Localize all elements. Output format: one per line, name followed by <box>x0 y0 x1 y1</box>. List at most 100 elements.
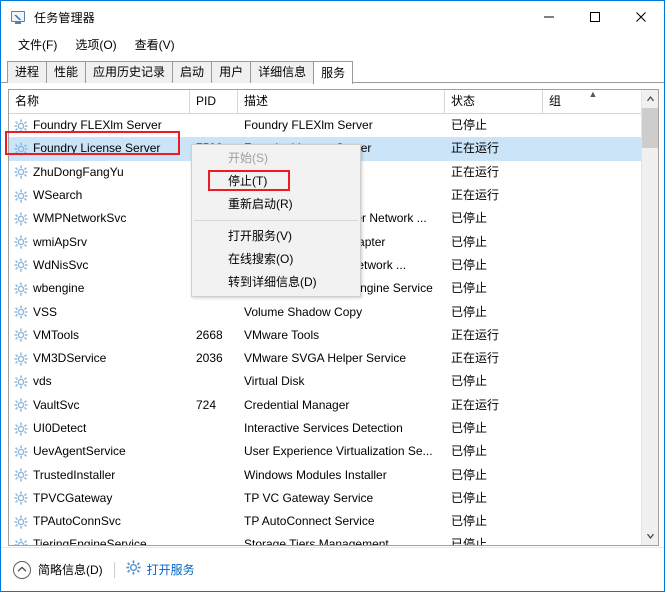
service-gear-icon <box>14 165 28 179</box>
table-row[interactable]: VM3DService 2036 VMware SVGA Helper Servic… <box>9 347 658 370</box>
service-name-label: UevAgentService <box>33 444 126 459</box>
tab-app-history[interactable]: 应用历史记录 <box>85 61 174 83</box>
open-services-label: 打开服务 <box>146 563 195 577</box>
context-menu-item[interactable]: 停止(T) <box>192 170 360 193</box>
context-menu-item[interactable]: 在线搜索(O) <box>192 248 360 271</box>
table-row[interactable]: TieringEngineService Storage Tiers Manage… <box>9 533 658 545</box>
service-gear-icon <box>14 468 28 482</box>
scroll-up-button[interactable] <box>642 90 658 107</box>
cell-status: 已停止 <box>451 257 488 272</box>
context-menu-separator <box>194 220 358 221</box>
maximize-button[interactable] <box>572 1 618 33</box>
table-row[interactable]: UevAgentService User Experience Virtualiz… <box>9 440 658 463</box>
menu-file[interactable]: 文件(F) <box>9 34 66 56</box>
cell-description: TP VC Gateway Service <box>244 490 374 505</box>
service-name-label: VMTools <box>33 327 80 342</box>
cell-status: 已停止 <box>451 118 488 133</box>
tab-services[interactable]: 服务 <box>313 61 354 84</box>
status-bar: 简略信息(D) 打开服务 <box>1 547 664 591</box>
tab-users[interactable]: 用户 <box>211 61 252 83</box>
service-gear-icon <box>14 188 28 203</box>
window-controls <box>526 1 664 33</box>
table-row[interactable]: TPVCGateway TP VC Gateway Service 已停止 <box>9 487 658 510</box>
service-gear-icon <box>14 212 28 226</box>
column-header-group[interactable]: ▲ 组 <box>543 90 643 113</box>
cell-service-name: TPAutoConnSvc <box>9 510 190 533</box>
cell-service-name: WSearch <box>9 184 190 207</box>
table-row[interactable]: VaultSvc 724 Credential Manager 正在运行 <box>9 394 658 417</box>
cell-description: Windows Modules Installer <box>244 467 387 482</box>
table-row[interactable]: UI0Detect Interactive Services Detection 已… <box>9 417 658 440</box>
table-row[interactable]: TPAutoConnSvc TP AutoConnect Service 已停止 <box>9 510 658 533</box>
scrollbar-thumb[interactable] <box>642 108 658 148</box>
cell-status: 已停止 <box>451 234 488 249</box>
service-gear-icon <box>14 352 28 366</box>
cell-service-name: TPVCGateway <box>9 487 190 510</box>
tab-processes[interactable]: 进程 <box>7 61 48 83</box>
table-row[interactable]: VMTools 2668 VMware Tools 正在运行 <box>9 324 658 347</box>
cell-status: 已停止 <box>451 421 488 435</box>
status-bar-divider <box>113 561 115 578</box>
tab-performance[interactable]: 性能 <box>46 61 87 83</box>
column-header-description[interactable]: 描述 <box>238 90 445 113</box>
scroll-down-button[interactable] <box>642 528 658 545</box>
cell-service-name: Foundry License Server <box>9 137 190 160</box>
cell-pid: 724 <box>196 397 217 412</box>
cell-service-name: wbengine <box>9 277 190 300</box>
menu-view[interactable]: 查看(V) <box>126 34 184 56</box>
menu-options[interactable]: 选项(O) <box>66 34 125 56</box>
tab-details[interactable]: 详细信息 <box>250 61 315 83</box>
service-gear-icon <box>14 142 28 156</box>
table-row[interactable]: vds Virtual Disk 已停止 <box>9 370 658 393</box>
fewer-details-button[interactable]: 简略信息(D) <box>13 560 103 579</box>
cell-service-name: TrustedInstaller <box>9 464 190 487</box>
cell-service-name: VSS <box>9 301 190 324</box>
service-gear-icon <box>14 445 28 459</box>
cell-description: Virtual Disk <box>244 374 305 389</box>
service-gear-icon <box>14 491 28 505</box>
cell-status: 已停止 <box>451 444 488 459</box>
cell-status: 已停止 <box>451 374 488 389</box>
service-context-menu: 开始(S) 停止(T) 重新启动(R) 打开服务(V) 在线搜索(O) 转到详细信息(D) <box>191 144 361 297</box>
service-name-label: wmiApSrv <box>33 234 88 249</box>
close-button[interactable] <box>618 1 664 33</box>
table-row[interactable]: TrustedInstaller Windows Modules Installe… <box>9 463 658 486</box>
column-header-name[interactable]: 名称 <box>9 90 190 113</box>
cell-service-name: WdNisSvc <box>9 254 190 277</box>
column-header-status[interactable]: 状态 <box>445 90 543 113</box>
column-header-pid[interactable]: PID <box>190 90 238 113</box>
service-name-label: VM3DService <box>33 351 107 366</box>
cell-status: 正在运行 <box>451 327 500 342</box>
cell-service-name: UI0Detect <box>9 417 190 440</box>
cell-status: 正在运行 <box>451 164 500 179</box>
cell-service-name: WMPNetworkSvc <box>9 207 190 230</box>
cell-description: TP AutoConnect Service <box>244 514 375 529</box>
context-menu-item[interactable]: 转到详细信息(D) <box>192 271 360 294</box>
cell-description: Foundry FLEXlm Server <box>244 118 373 133</box>
cell-status: 已停止 <box>451 514 488 529</box>
vertical-scrollbar[interactable] <box>641 90 658 545</box>
cell-service-name: ZhuDongFangYu <box>9 161 190 184</box>
service-gear-icon <box>14 538 28 545</box>
tab-strip: 进程 性能 应用历史记录 启动 用户 详细信息 服务 <box>1 57 664 84</box>
service-gear-icon <box>14 119 28 133</box>
table-row[interactable]: Foundry FLEXlm Server Foundry FLEXlm Serv… <box>9 114 658 137</box>
cell-description: VMware SVGA Helper Service <box>244 351 407 366</box>
open-services-button[interactable]: 打开服务 <box>126 559 195 580</box>
service-name-label: VaultSvc <box>33 397 80 412</box>
column-header-group-label: 组 <box>549 94 562 108</box>
context-menu-item[interactable]: 打开服务(V) <box>192 225 360 248</box>
sort-ascending-icon: ▲ <box>588 90 598 99</box>
tab-startup[interactable]: 启动 <box>172 61 213 83</box>
service-name-label: TPVCGateway <box>33 490 113 505</box>
service-name-label: TPAutoConnSvc <box>33 514 121 529</box>
service-gear-icon <box>14 282 28 296</box>
context-menu-item[interactable]: 重新启动(R) <box>192 193 360 216</box>
service-name-label: vds <box>33 374 52 389</box>
table-row[interactable]: VSS Volume Shadow Copy 已停止 <box>9 300 658 323</box>
gear-icon <box>126 559 141 580</box>
minimize-button[interactable] <box>526 1 572 33</box>
window-title: 任务管理器 <box>34 10 96 25</box>
cell-service-name: Foundry FLEXlm Server <box>9 114 190 137</box>
table-header: 名称 PID 描述 状态 ▲ 组 <box>9 90 658 114</box>
